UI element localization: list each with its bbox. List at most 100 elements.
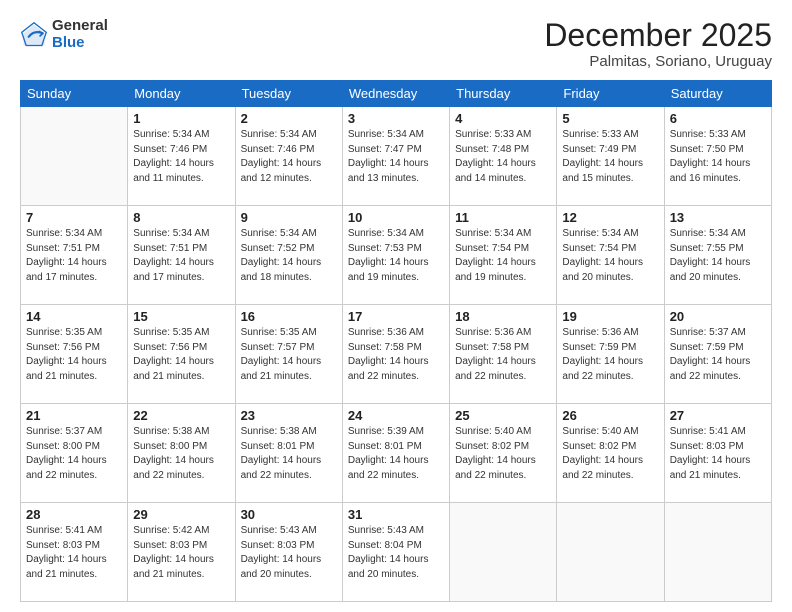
day-number: 6 [670, 111, 766, 126]
day-info: Sunrise: 5:37 AMSunset: 7:59 PMDaylight:… [670, 326, 766, 384]
location-subtitle: Palmitas, Soriano, Uruguay [544, 53, 772, 70]
title-area: December 2025 Palmitas, Soriano, Uruguay [544, 18, 772, 70]
table-row: 29 Sunrise: 5:42 AMSunset: 8:03 PMDayligh… [128, 503, 235, 602]
table-row: 8Sunrise: 5:34 AMSunset: 7:51 PMDaylight… [128, 206, 235, 305]
header: General Blue December 2025 Palmitas, Sor… [20, 18, 772, 70]
logo-text: General Blue [52, 18, 108, 51]
table-row [450, 503, 557, 602]
day-info: Sunrise: 5:41 AMSunset: 8:03 PMDaylight:… [670, 425, 766, 483]
day-number: 5 [562, 111, 658, 126]
day-number: 11 [455, 210, 551, 225]
calendar-week-row: 1 Sunrise: 5:34 AMSunset: 7:46 PMDaylight… [21, 107, 772, 206]
calendar-header-row: Sunday Monday Tuesday Wednesday Thursday… [21, 81, 772, 107]
col-wednesday: Wednesday [342, 81, 449, 107]
calendar-week-row: 14 Sunrise: 5:35 AMSunset: 7:56 PMDayligh… [21, 305, 772, 404]
day-number: 3 [348, 111, 444, 126]
day-info: Sunrise: 5:33 AMSunset: 7:49 PMDaylight:… [562, 128, 658, 186]
logo-blue-text: Blue [52, 35, 108, 52]
day-number: 25 [455, 408, 551, 423]
day-number: 12 [562, 210, 658, 225]
day-info: Sunrise: 5:34 AMSunset: 7:46 PMDaylight:… [241, 128, 337, 186]
table-row [21, 107, 128, 206]
col-monday: Monday [128, 81, 235, 107]
day-number: 23 [241, 408, 337, 423]
day-number: 30 [241, 507, 337, 522]
day-info: Sunrise: 5:36 AMSunset: 7:58 PMDaylight:… [455, 326, 551, 384]
day-info: Sunrise: 5:34 AMSunset: 7:47 PMDaylight:… [348, 128, 444, 186]
day-info: Sunrise: 5:34 AMSunset: 7:51 PMDaylight:… [133, 227, 229, 285]
day-number: 7 [26, 210, 122, 225]
table-row: 9 Sunrise: 5:34 AMSunset: 7:52 PMDaylight… [235, 206, 342, 305]
day-number: 14 [26, 309, 122, 324]
table-row: 7 Sunrise: 5:34 AMSunset: 7:51 PMDaylight… [21, 206, 128, 305]
table-row: 23 Sunrise: 5:38 AMSunset: 8:01 PMDayligh… [235, 404, 342, 503]
table-row: 28Sunrise: 5:41 AMSunset: 8:03 PMDayligh… [21, 503, 128, 602]
day-info: Sunrise: 5:40 AMSunset: 8:02 PMDaylight:… [562, 425, 658, 483]
table-row: 1 Sunrise: 5:34 AMSunset: 7:46 PMDaylight… [128, 107, 235, 206]
table-row: 22Sunrise: 5:38 AMSunset: 8:00 PMDayligh… [128, 404, 235, 503]
col-sunday: Sunday [21, 81, 128, 107]
day-info: Sunrise: 5:34 AMSunset: 7:52 PMDaylight:… [241, 227, 337, 285]
day-number: 1 [133, 111, 229, 126]
calendar-week-row: 28Sunrise: 5:41 AMSunset: 8:03 PMDayligh… [21, 503, 772, 602]
month-title: December 2025 [544, 18, 772, 53]
table-row: 10 Sunrise: 5:34 AMSunset: 7:53 PMDayligh… [342, 206, 449, 305]
day-info: Sunrise: 5:34 AMSunset: 7:46 PMDaylight:… [133, 128, 229, 186]
table-row: 26 Sunrise: 5:40 AMSunset: 8:02 PMDayligh… [557, 404, 664, 503]
day-info: Sunrise: 5:33 AMSunset: 7:50 PMDaylight:… [670, 128, 766, 186]
table-row [664, 503, 771, 602]
day-info: Sunrise: 5:42 AMSunset: 8:03 PMDaylight:… [133, 524, 229, 582]
day-number: 9 [241, 210, 337, 225]
day-info: Sunrise: 5:34 AMSunset: 7:54 PMDaylight:… [562, 227, 658, 285]
logo-general-text: General [52, 18, 108, 35]
day-number: 10 [348, 210, 444, 225]
table-row: 2Sunrise: 5:34 AMSunset: 7:46 PMDaylight… [235, 107, 342, 206]
day-number: 15 [133, 309, 229, 324]
day-number: 27 [670, 408, 766, 423]
table-row [557, 503, 664, 602]
day-info: Sunrise: 5:33 AMSunset: 7:48 PMDaylight:… [455, 128, 551, 186]
day-info: Sunrise: 5:34 AMSunset: 7:51 PMDaylight:… [26, 227, 122, 285]
day-info: Sunrise: 5:34 AMSunset: 7:53 PMDaylight:… [348, 227, 444, 285]
day-number: 21 [26, 408, 122, 423]
table-row: 6 Sunrise: 5:33 AMSunset: 7:50 PMDaylight… [664, 107, 771, 206]
day-number: 17 [348, 309, 444, 324]
col-saturday: Saturday [664, 81, 771, 107]
day-info: Sunrise: 5:35 AMSunset: 7:56 PMDaylight:… [133, 326, 229, 384]
day-info: Sunrise: 5:37 AMSunset: 8:00 PMDaylight:… [26, 425, 122, 483]
day-info: Sunrise: 5:40 AMSunset: 8:02 PMDaylight:… [455, 425, 551, 483]
calendar-week-row: 21 Sunrise: 5:37 AMSunset: 8:00 PMDayligh… [21, 404, 772, 503]
col-thursday: Thursday [450, 81, 557, 107]
page: General Blue December 2025 Palmitas, Sor… [0, 0, 792, 612]
table-row: 16Sunrise: 5:35 AMSunset: 7:57 PMDayligh… [235, 305, 342, 404]
day-number: 20 [670, 309, 766, 324]
table-row: 20 Sunrise: 5:37 AMSunset: 7:59 PMDayligh… [664, 305, 771, 404]
table-row: 11Sunrise: 5:34 AMSunset: 7:54 PMDayligh… [450, 206, 557, 305]
table-row: 30 Sunrise: 5:43 AMSunset: 8:03 PMDayligh… [235, 503, 342, 602]
table-row: 21 Sunrise: 5:37 AMSunset: 8:00 PMDayligh… [21, 404, 128, 503]
table-row: 15 Sunrise: 5:35 AMSunset: 7:56 PMDayligh… [128, 305, 235, 404]
table-row: 3 Sunrise: 5:34 AMSunset: 7:47 PMDaylight… [342, 107, 449, 206]
day-number: 19 [562, 309, 658, 324]
day-number: 26 [562, 408, 658, 423]
day-info: Sunrise: 5:38 AMSunset: 8:01 PMDaylight:… [241, 425, 337, 483]
calendar-week-row: 7 Sunrise: 5:34 AMSunset: 7:51 PMDaylight… [21, 206, 772, 305]
table-row: 14Sunrise: 5:35 AMSunset: 7:56 PMDayligh… [21, 305, 128, 404]
table-row: 19 Sunrise: 5:36 AMSunset: 7:59 PMDayligh… [557, 305, 664, 404]
col-tuesday: Tuesday [235, 81, 342, 107]
day-info: Sunrise: 5:36 AMSunset: 7:58 PMDaylight:… [348, 326, 444, 384]
table-row: 25 Sunrise: 5:40 AMSunset: 8:02 PMDayligh… [450, 404, 557, 503]
table-row: 17 Sunrise: 5:36 AMSunset: 7:58 PMDayligh… [342, 305, 449, 404]
table-row: 27 Sunrise: 5:41 AMSunset: 8:03 PMDayligh… [664, 404, 771, 503]
day-info: Sunrise: 5:35 AMSunset: 7:57 PMDaylight:… [241, 326, 337, 384]
day-number: 29 [133, 507, 229, 522]
logo-icon [20, 21, 48, 49]
table-row: 18 Sunrise: 5:36 AMSunset: 7:58 PMDayligh… [450, 305, 557, 404]
calendar-table: Sunday Monday Tuesday Wednesday Thursday… [20, 80, 772, 602]
day-number: 18 [455, 309, 551, 324]
table-row: 24Sunrise: 5:39 AMSunset: 8:01 PMDayligh… [342, 404, 449, 503]
day-info: Sunrise: 5:36 AMSunset: 7:59 PMDaylight:… [562, 326, 658, 384]
day-number: 13 [670, 210, 766, 225]
day-info: Sunrise: 5:43 AMSunset: 8:03 PMDaylight:… [241, 524, 337, 582]
table-row: 5 Sunrise: 5:33 AMSunset: 7:49 PMDaylight… [557, 107, 664, 206]
